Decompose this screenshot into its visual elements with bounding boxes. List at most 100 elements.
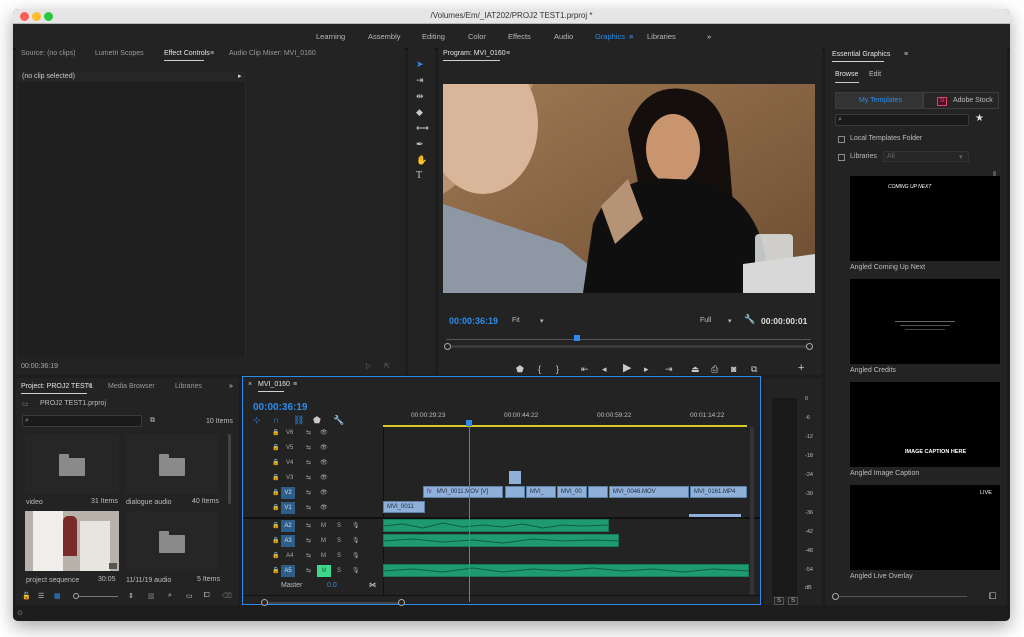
sequence-thumbnail[interactable] — [25, 511, 119, 571]
automate-icon[interactable]: ▥ — [148, 592, 155, 600]
lock-icon[interactable]: 🔒 — [272, 429, 279, 436]
sequence-menu-icon[interactable]: ≡ — [293, 381, 297, 388]
mark-in-icon[interactable]: { — [538, 364, 541, 374]
track-label[interactable]: V4 — [286, 460, 293, 466]
ripple-edit-tool-icon[interactable]: ⇹ — [416, 91, 424, 101]
clip-v2-mvi-b[interactable]: MVI_ — [526, 486, 556, 498]
filter-icon[interactable]: ▷ — [366, 362, 371, 370]
mute-button[interactable]: M — [317, 565, 331, 577]
icon-view-icon[interactable]: ▦ — [54, 592, 61, 600]
marker-icon[interactable]: ⬟ — [516, 364, 524, 374]
lock-icon[interactable]: 🔒 — [272, 522, 279, 529]
adobe-stock-tab[interactable]: St Adobe Stock — [923, 92, 999, 109]
timeline-zoom-handle-right[interactable] — [398, 599, 405, 606]
quality-select[interactable]: Full ▾ — [698, 315, 738, 326]
new-bin-button-icon[interactable]: ▭ — [186, 592, 193, 600]
zoom-scrollbar[interactable] — [446, 345, 811, 348]
clip-v3-short[interactable] — [509, 471, 521, 484]
lock-icon[interactable]: 🔓 — [22, 592, 31, 600]
zoom-slider-handle[interactable] — [73, 593, 79, 599]
go-to-out-icon[interactable]: ⇥ — [665, 364, 673, 374]
close-sequence-icon[interactable]: × — [248, 381, 252, 388]
eye-icon[interactable]: 👁 — [320, 489, 328, 496]
lock-icon[interactable]: 🔒 — [272, 444, 279, 451]
lock-icon[interactable]: 🔒 — [272, 567, 279, 574]
bin-thumbnail-dialogue-audio[interactable] — [125, 434, 219, 494]
tab-edit[interactable]: Edit — [869, 71, 881, 78]
sync-lock-icon[interactable]: ⇆ — [306, 489, 311, 496]
program-video-frame[interactable] — [443, 84, 815, 293]
hand-tool-icon[interactable]: ✋ — [416, 155, 427, 165]
project-scrollbar[interactable] — [228, 434, 231, 504]
clip-v2-mvi-0046[interactable]: MVI_0046.MOV — [609, 486, 689, 498]
snap-icon[interactable]: ∩ — [273, 415, 279, 425]
master-end-icon[interactable]: ⋈ — [369, 581, 376, 589]
track-label[interactable]: V3 — [286, 475, 293, 481]
meter-solo-right-button[interactable]: S — [788, 597, 799, 605]
comparison-view-icon[interactable]: ⧉ — [751, 364, 757, 374]
workspace-graphics[interactable]: Graphics — [595, 32, 625, 41]
project-menu-icon[interactable]: ≡ — [88, 383, 92, 390]
program-scrub-bar[interactable] — [446, 339, 811, 340]
master-value[interactable]: 0.0 — [327, 582, 337, 589]
mute-button[interactable]: M — [321, 538, 326, 544]
meter-solo-left-button[interactable]: S — [774, 597, 785, 605]
solo-button[interactable]: S — [337, 553, 341, 559]
template-thumbnail-credits[interactable] — [850, 279, 1000, 364]
microphone-icon[interactable]: 🎙 — [352, 567, 360, 574]
tab-lumetri-scopes[interactable]: Lumetri Scopes — [95, 50, 144, 57]
clip-v2-mvi-d[interactable] — [588, 486, 608, 498]
new-item-icon[interactable]: ⧠ — [204, 592, 210, 600]
lift-icon[interactable]: ⏏ — [691, 364, 700, 374]
track-label[interactable]: V2 — [281, 487, 295, 499]
track-label[interactable]: A3 — [281, 535, 295, 547]
timeline-settings-icon[interactable]: 🔧 — [333, 415, 344, 425]
mute-button[interactable]: M — [321, 523, 326, 529]
timeline-vertical-scrollbar[interactable] — [750, 427, 754, 595]
workspace-effects[interactable]: Effects — [508, 32, 531, 41]
track-label[interactable]: A5 — [281, 565, 295, 577]
thumbnail-size-slider[interactable] — [835, 596, 967, 597]
mute-button[interactable]: M — [321, 553, 326, 559]
list-view-icon[interactable]: ☰ — [38, 592, 44, 600]
track-label[interactable]: A2 — [281, 520, 295, 532]
timeline-zoom-scrollbar[interactable] — [265, 602, 401, 604]
sync-lock-icon[interactable]: ⇆ — [306, 552, 311, 559]
export-icon[interactable]: ⇱ — [384, 362, 390, 370]
tab-project[interactable]: Project: PROJ2 TEST1 — [21, 383, 93, 394]
eye-icon[interactable]: 👁 — [320, 474, 328, 481]
sync-lock-icon[interactable]: ⇆ — [306, 444, 311, 451]
essential-graphics-title[interactable]: Essential Graphics — [832, 51, 890, 62]
track-select-tool-icon[interactable]: ⇥ — [416, 75, 424, 85]
local-templates-checkbox[interactable] — [838, 136, 845, 143]
panel-menu-icon[interactable]: ≡ — [904, 51, 908, 58]
sync-lock-icon[interactable]: ⇆ — [306, 459, 311, 466]
program-playhead[interactable] — [574, 335, 580, 341]
bin-thumbnail-audio[interactable] — [125, 511, 219, 571]
zoom-slider[interactable] — [76, 596, 118, 597]
selection-tool-icon[interactable]: ➤ — [416, 59, 424, 69]
lock-icon[interactable]: 🔒 — [272, 537, 279, 544]
workspace-audio[interactable]: Audio — [554, 32, 573, 41]
microphone-icon[interactable]: 🎙 — [352, 537, 360, 544]
lock-icon[interactable]: 🔒 — [272, 504, 279, 511]
sync-lock-icon[interactable]: ⇆ — [306, 537, 311, 544]
clip-v2-mvi-c[interactable]: MVI_00 — [557, 486, 587, 498]
more-tabs-icon[interactable]: » — [229, 383, 233, 390]
clip-v2-mvi-0161[interactable]: MVI_0161.MP4 — [690, 486, 747, 498]
eye-icon[interactable]: 👁 — [320, 504, 328, 511]
lock-icon[interactable]: 🔒 — [272, 474, 279, 481]
bin-thumbnail-video[interactable] — [25, 434, 119, 494]
project-search-input[interactable]: ⌕ — [22, 415, 142, 427]
my-templates-tab[interactable]: My Templates — [835, 92, 923, 109]
template-thumbnail-coming-up-next[interactable]: COMING UP NEXT — [850, 176, 1000, 261]
workspace-color[interactable]: Color — [468, 32, 486, 41]
program-menu-icon[interactable]: ≡ — [506, 50, 510, 57]
microphone-icon[interactable]: 🎙 — [352, 522, 360, 529]
tab-libraries[interactable]: Libraries — [175, 383, 202, 390]
step-forward-icon[interactable]: ▸ — [644, 364, 649, 374]
type-tool-icon[interactable]: T — [416, 171, 422, 181]
workspace-libraries[interactable]: Libraries — [647, 32, 676, 41]
solo-button[interactable]: S — [337, 523, 341, 529]
thumbnail-size-handle[interactable] — [832, 593, 839, 600]
